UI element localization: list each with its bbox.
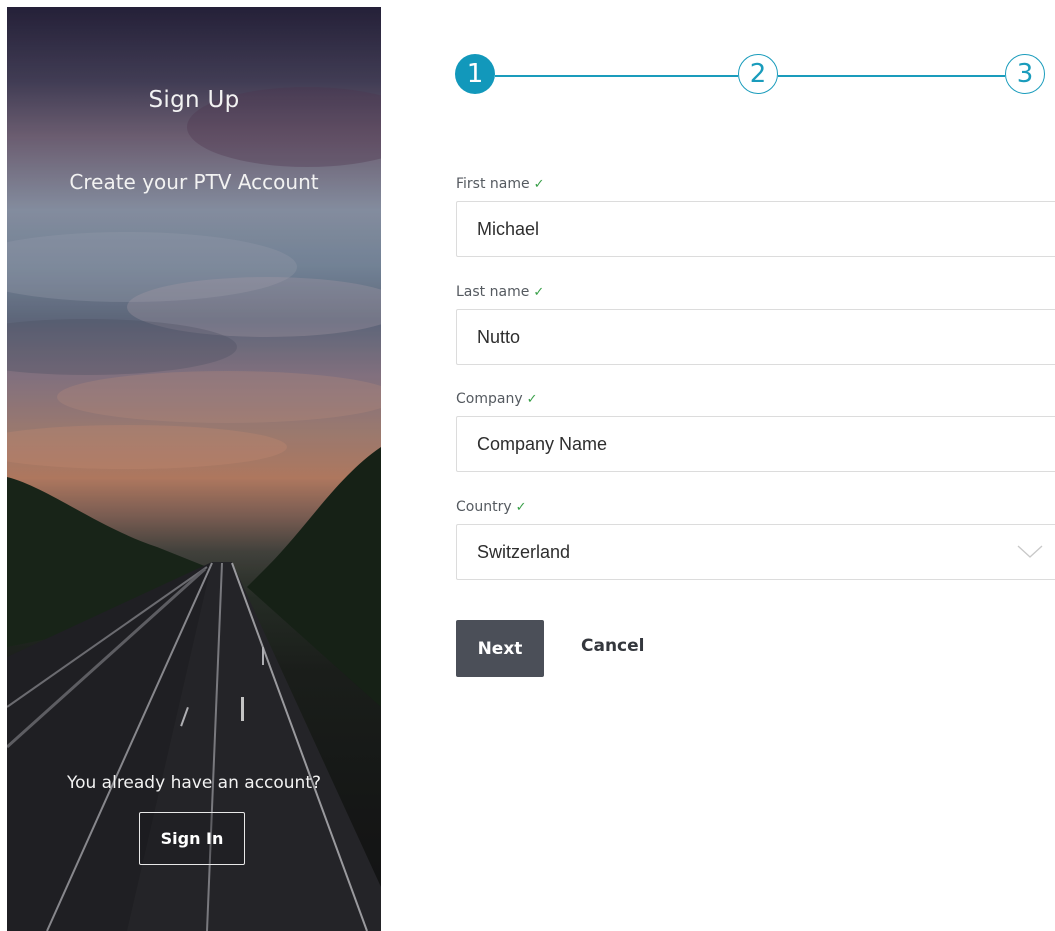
hero-title: Sign Up xyxy=(148,87,240,113)
existing-account-question: You already have an account? xyxy=(66,773,322,793)
country-label-text: Country xyxy=(456,499,512,515)
check-icon: ✓ xyxy=(533,285,545,300)
signup-page: Sign Up Create your PTV Account You alre… xyxy=(0,0,1055,931)
next-button[interactable]: Next xyxy=(456,620,544,677)
first-name-label: First name ✓ xyxy=(456,176,545,192)
first-name-field[interactable] xyxy=(456,201,1055,257)
last-name-label-text: Last name xyxy=(456,284,530,300)
check-icon: ✓ xyxy=(526,392,538,407)
hero-subtitle: Create your PTV Account xyxy=(69,170,319,194)
company-label-text: Company xyxy=(456,391,523,407)
country-label: Country ✓ xyxy=(456,499,527,515)
cancel-button[interactable]: Cancel xyxy=(581,636,644,656)
last-name-label: Last name ✓ xyxy=(456,284,544,300)
country-select-value: Switzerland xyxy=(477,541,571,562)
step-2-indicator[interactable]: 2 xyxy=(738,54,778,94)
step-3-indicator[interactable]: 3 xyxy=(1005,54,1045,94)
stepper-connector xyxy=(778,75,1005,77)
chevron-down-icon[interactable] xyxy=(1017,545,1043,559)
progress-stepper: 1 2 3 xyxy=(455,54,1055,98)
hero-panel: Sign Up Create your PTV Account You alre… xyxy=(7,7,381,931)
company-label: Company ✓ xyxy=(456,391,538,407)
sign-in-button[interactable]: Sign In xyxy=(139,812,245,865)
company-field[interactable] xyxy=(456,416,1055,472)
check-icon: ✓ xyxy=(533,177,545,192)
first-name-label-text: First name xyxy=(456,176,530,192)
step-1-indicator[interactable]: 1 xyxy=(455,54,495,94)
check-icon: ✓ xyxy=(515,500,527,515)
last-name-field[interactable] xyxy=(456,309,1055,365)
country-select[interactable]: Switzerland xyxy=(456,524,1055,580)
stepper-connector xyxy=(495,75,738,77)
